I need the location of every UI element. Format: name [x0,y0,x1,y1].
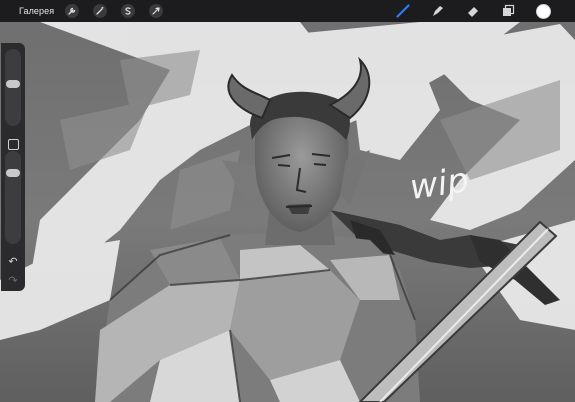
transform-arrow-icon[interactable] [149,4,164,18]
smudge-icon[interactable] [431,4,445,18]
brush-icon[interactable] [396,4,410,18]
gallery-button[interactable]: Галерея [19,6,54,16]
selection-s-icon[interactable] [121,4,136,18]
wrench-icon[interactable] [65,4,80,18]
top-toolbar: Галерея [0,0,575,22]
opacity-slider[interactable] [5,151,21,244]
left-sidebar: ↶ ↷ [1,43,25,291]
redo-icon[interactable]: ↷ [5,273,21,287]
color-picker[interactable] [536,3,551,19]
painting-tools [396,0,551,22]
actions-toolbar [65,4,164,18]
artwork: wip [0,0,575,402]
eraser-icon[interactable] [466,4,480,18]
square-icon[interactable] [8,139,19,150]
brush-size-slider[interactable] [5,49,21,126]
sketch-text: wip [407,160,471,208]
layers-icon[interactable] [501,4,515,18]
undo-icon[interactable]: ↶ [5,254,21,268]
opacity-thumb[interactable] [6,169,20,178]
magic-wand-icon[interactable] [93,4,108,18]
brush-size-thumb[interactable] [6,80,20,89]
drawing-canvas[interactable]: wip [0,0,575,402]
